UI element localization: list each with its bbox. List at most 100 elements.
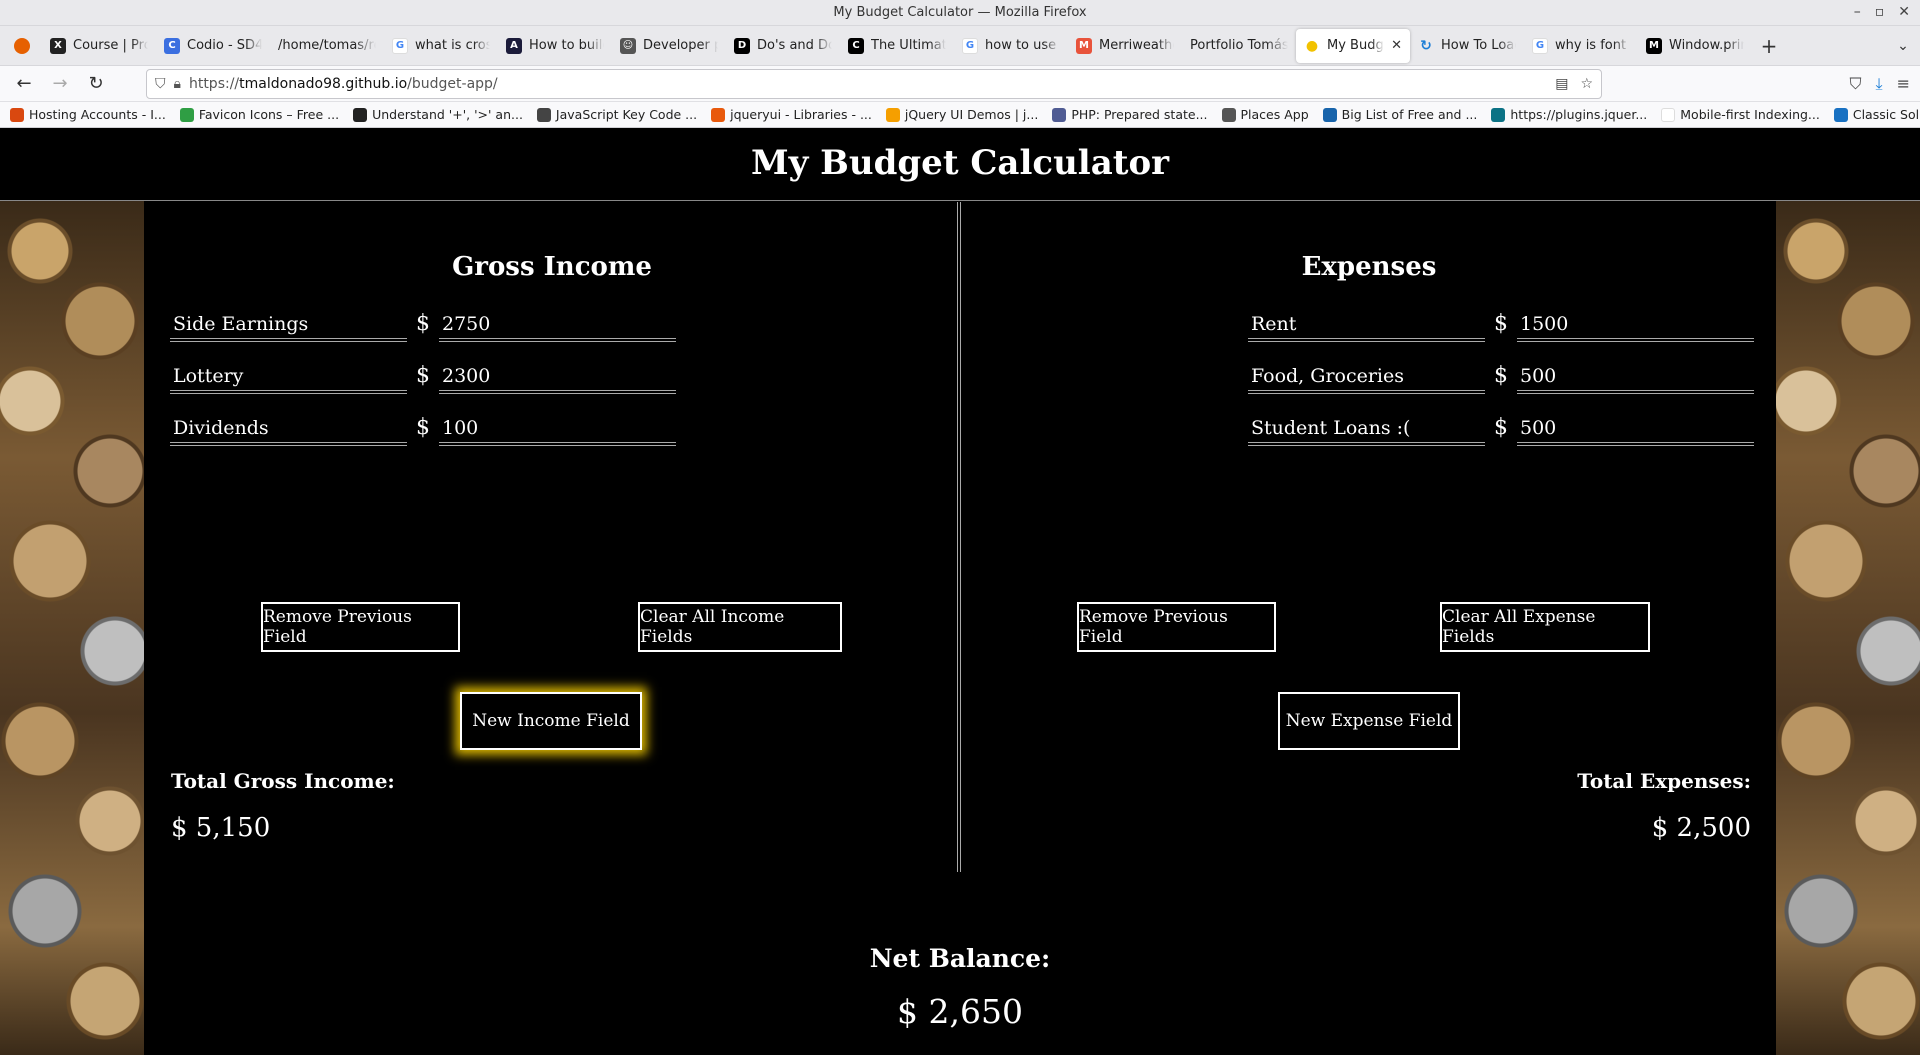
- tab-label: Course | Prog: [73, 38, 148, 53]
- bookmark-item[interactable]: JavaScript Key Code ...: [536, 107, 698, 122]
- tab[interactable]: /home/tomas/re: [270, 29, 384, 63]
- forward-icon[interactable]: →: [46, 70, 74, 98]
- bookmark-item[interactable]: jqueryui - Libraries - ...: [711, 107, 872, 122]
- tab[interactable]: Gwhy is font fa: [1524, 29, 1638, 63]
- net-balance-value: $ 2,650: [897, 992, 1023, 1031]
- bookmark-item[interactable]: Favicon Icons – Free ...: [179, 107, 339, 122]
- tab[interactable]: ● My Budget ✕: [1296, 28, 1410, 63]
- income-amount-field[interactable]: 100: [439, 410, 676, 446]
- tab[interactable]: M Merriweather: [1068, 29, 1182, 63]
- reload-icon[interactable]: ↻: [82, 70, 110, 98]
- downloads-icon[interactable]: ⤓: [1876, 74, 1883, 94]
- tab[interactable]: ☺ Developer po: [612, 29, 726, 63]
- m-icon: M: [1646, 37, 1662, 54]
- expense-row: Student Loans :( $ 500: [1248, 406, 1754, 446]
- php-icon: [1052, 107, 1067, 122]
- tab-label: Codio - SD4x: [187, 38, 262, 53]
- code-icon: [711, 107, 726, 122]
- income-name-field[interactable]: Dividends: [170, 410, 407, 446]
- income-heading: Gross Income: [452, 252, 652, 282]
- reader-view-icon[interactable]: ▤: [1555, 76, 1568, 92]
- bookmark-item[interactable]: PHP: Prepared state...: [1052, 107, 1208, 122]
- bookmark-item[interactable]: Classic Solid Style Ic...: [1833, 107, 1920, 122]
- bookmark-item[interactable]: Understand '+', '>' an...: [353, 107, 523, 122]
- bookmark-label: Understand '+', '>' an...: [372, 107, 523, 122]
- flag-icon: [1833, 107, 1848, 122]
- income-name-field[interactable]: Side Earnings: [170, 306, 407, 342]
- bookmarks-toolbar: Hosting Accounts - I... Favicon Icons – F…: [0, 102, 1920, 128]
- window-title: My Budget Calculator — Mozilla Firefox: [833, 5, 1087, 20]
- bookmark-label: JavaScript Key Code ...: [555, 107, 698, 122]
- tab-label: what is cross: [415, 38, 490, 53]
- tab[interactable]: ↻ How To Load: [1410, 29, 1524, 63]
- tab[interactable]: M Window.print: [1638, 29, 1752, 63]
- reload-icon: ↻: [1420, 37, 1432, 54]
- page-title: My Budget Calculator: [750, 143, 1170, 183]
- fonts-icon: M: [1076, 37, 1092, 54]
- bookmark-label: Mobile-first Indexing...: [1680, 107, 1820, 122]
- tab-label: Merriweather: [1099, 38, 1174, 53]
- menu-icon[interactable]: ≡: [1897, 74, 1910, 94]
- a-icon: A: [506, 37, 522, 54]
- bookmark-item[interactable]: Places App: [1221, 107, 1309, 122]
- remove-previous-income-field-button[interactable]: Remove Previous Field: [261, 602, 460, 652]
- firefox-icon: [14, 37, 30, 54]
- url-text: https://tmaldonado98.github.io/budget-ap…: [188, 75, 498, 92]
- new-income-field-button[interactable]: New Income Field: [460, 692, 642, 750]
- google-icon: G: [392, 37, 408, 54]
- bookmark-star-icon[interactable]: ☆: [1580, 76, 1593, 92]
- income-amount-field[interactable]: 2300: [439, 358, 676, 394]
- income-amount-field[interactable]: 2750: [439, 306, 676, 342]
- bookmark-label: Places App: [1240, 107, 1309, 122]
- tab[interactable]: C The Ultimate: [840, 29, 954, 63]
- new-expense-field-button[interactable]: New Expense Field: [1278, 692, 1460, 750]
- bookmark-item[interactable]: jQuery UI Demos | j...: [885, 107, 1038, 122]
- expenses-column: Expenses Rent $ 1500 Food, Groceries $ 5…: [961, 202, 1777, 872]
- tab-label: How to build: [529, 38, 604, 53]
- income-row: Side Earnings $ 2750: [170, 302, 676, 342]
- bookmark-item[interactable]: https://plugins.jquer...: [1491, 107, 1647, 122]
- tab[interactable]: D Do's and Don: [726, 29, 840, 63]
- bookmark-label: Classic Solid Style Ic...: [1852, 107, 1920, 122]
- dev-icon: D: [734, 37, 750, 54]
- expense-amount-field[interactable]: 500: [1517, 410, 1754, 446]
- expense-amount-field[interactable]: 500: [1517, 358, 1754, 394]
- income-row: Lottery $ 2300: [170, 354, 676, 394]
- income-name-field[interactable]: Lottery: [170, 358, 407, 394]
- expense-name-field[interactable]: Student Loans :(: [1248, 410, 1485, 446]
- hosting-icon: [10, 107, 24, 122]
- income-column: Gross Income Side Earnings $ 2750 Lotter…: [144, 202, 960, 872]
- pocket-icon[interactable]: ⛉: [1850, 74, 1862, 94]
- firefox-view-button[interactable]: [8, 29, 42, 63]
- page-content: My Budget Calculator Gross Income Side E…: [0, 139, 1920, 1055]
- tab[interactable]: A How to build: [498, 29, 612, 63]
- clear-all-income-fields-button[interactable]: Clear All Income Fields: [638, 602, 842, 652]
- tab[interactable]: C Codio - SD4x: [156, 29, 270, 63]
- list-all-tabs-icon[interactable]: ⌄: [1886, 38, 1920, 54]
- maximize-icon[interactable]: ▫: [1875, 4, 1885, 20]
- url-bar[interactable]: ⛉ 🔒︎ https://tmaldonado98.github.io/budg…: [146, 68, 1602, 99]
- clear-all-expense-fields-button[interactable]: Clear All Expense Fields: [1440, 602, 1650, 652]
- bookmark-item[interactable]: Hosting Accounts - I...: [10, 107, 166, 122]
- bookmark-item[interactable]: Mobile-first Indexing...: [1661, 107, 1820, 122]
- tab[interactable]: Portfolio Tomás: [1182, 29, 1296, 63]
- new-tab-button[interactable]: +: [1752, 34, 1786, 58]
- tab[interactable]: Ghow to use lin: [954, 29, 1068, 63]
- expense-name-field[interactable]: Rent: [1248, 306, 1485, 342]
- lock-icon[interactable]: 🔒︎: [174, 76, 181, 92]
- close-tab-icon[interactable]: ✕: [1391, 38, 1402, 53]
- minimize-icon[interactable]: –: [1854, 4, 1861, 20]
- close-window-icon[interactable]: ✕: [1898, 4, 1910, 20]
- expense-name-field[interactable]: Food, Groceries: [1248, 358, 1485, 394]
- bookmark-item[interactable]: Big List of Free and ...: [1322, 107, 1477, 122]
- list-icon: [1322, 107, 1337, 122]
- remove-previous-expense-field-button[interactable]: Remove Previous Field: [1077, 602, 1276, 652]
- shield-icon[interactable]: ⛉: [155, 76, 166, 92]
- back-icon[interactable]: ←: [10, 70, 38, 98]
- tab[interactable]: Gwhat is cross: [384, 29, 498, 63]
- expense-amount-field[interactable]: 1500: [1517, 306, 1754, 342]
- bookmark-label: PHP: Prepared state...: [1071, 107, 1208, 122]
- dollar-sign: $: [1494, 311, 1508, 336]
- dollar-sign: $: [416, 311, 430, 336]
- tab[interactable]: X Course | Prog: [42, 29, 156, 63]
